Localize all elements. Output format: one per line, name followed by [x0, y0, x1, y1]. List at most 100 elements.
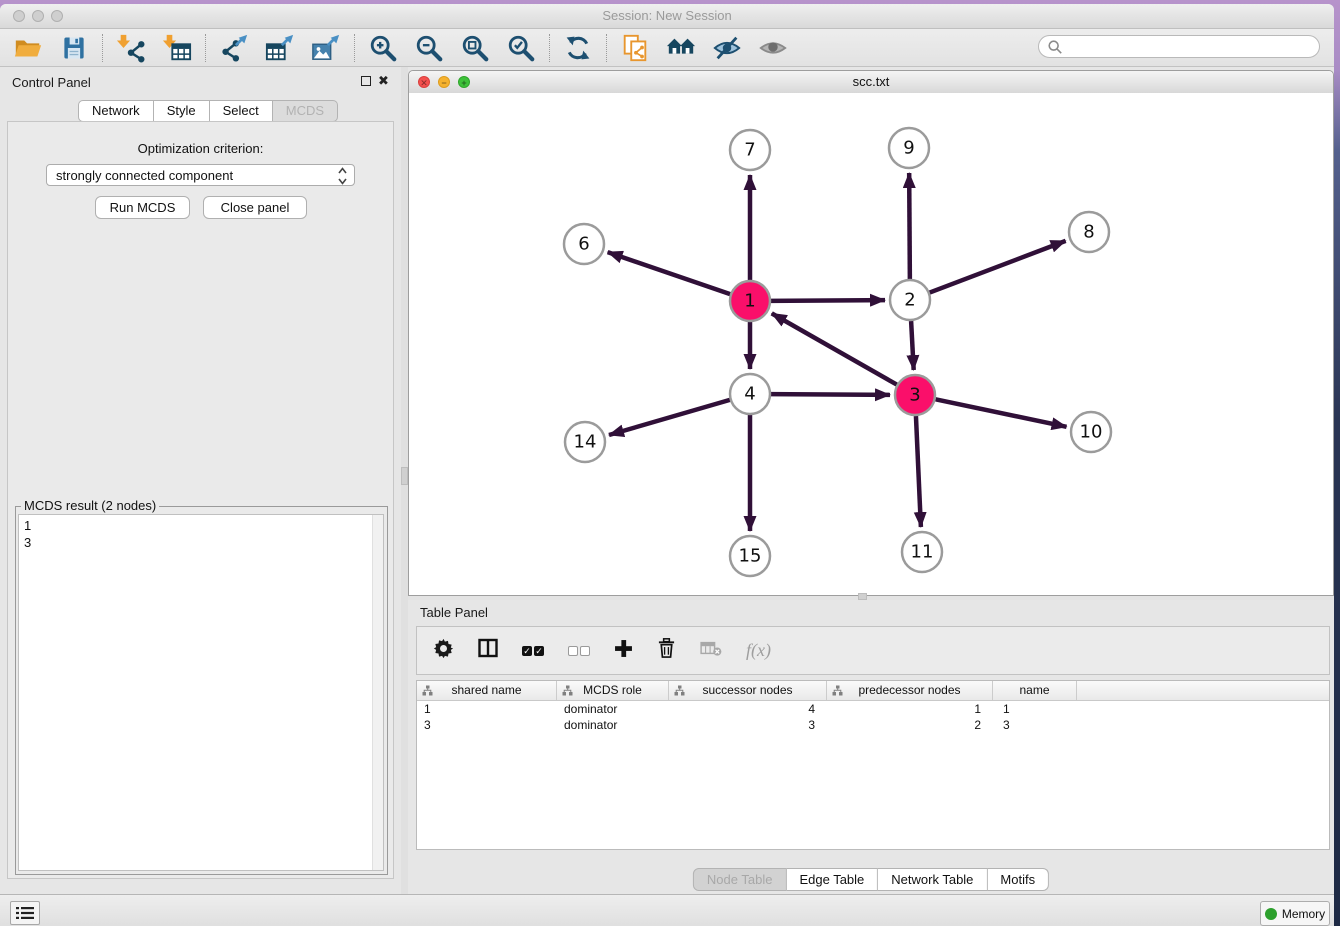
- svg-text:4: 4: [744, 384, 755, 405]
- export-image-icon[interactable]: [311, 33, 341, 63]
- control-panel-tabs: Network Style Select MCDS: [78, 100, 338, 122]
- tab-mcds[interactable]: MCDS: [273, 100, 338, 122]
- hide-graphics-details-icon[interactable]: [712, 33, 742, 63]
- svg-text:6: 6: [578, 234, 589, 255]
- column-header-filler: [1077, 681, 1329, 700]
- edge-2-8[interactable]: [930, 241, 1066, 293]
- edge-4-3[interactable]: [771, 394, 890, 395]
- node-3[interactable]: 3: [895, 375, 935, 415]
- mcds-result-title: MCDS result (2 nodes): [21, 498, 159, 513]
- tab-motifs[interactable]: Motifs: [987, 868, 1049, 891]
- table-panel-tabs: Node Table Edge Table Network Table Moti…: [693, 868, 1049, 891]
- run-mcds-button[interactable]: Run MCDS: [95, 196, 190, 219]
- edge-2-9[interactable]: [909, 173, 910, 279]
- column-header-mcds-role[interactable]: MCDS role: [557, 681, 669, 700]
- list-icon: [16, 906, 34, 920]
- column-header-name[interactable]: name: [993, 681, 1077, 700]
- tab-edge-table[interactable]: Edge Table: [786, 868, 878, 891]
- node-1[interactable]: 1: [730, 281, 770, 321]
- node-7[interactable]: 7: [730, 130, 770, 170]
- float-panel-icon[interactable]: [361, 76, 371, 86]
- column-settings-gear-icon[interactable]: [433, 638, 454, 664]
- node-11[interactable]: 11: [902, 532, 942, 572]
- edge-3-1[interactable]: [772, 313, 897, 384]
- delete-column-icon[interactable]: [657, 638, 676, 664]
- control-panel-title: Control Panel: [12, 75, 91, 90]
- add-column-icon[interactable]: [614, 639, 633, 663]
- zoom-out-icon[interactable]: [414, 33, 444, 63]
- result-scrollbar[interactable]: [372, 515, 383, 870]
- node-2[interactable]: 2: [890, 280, 930, 320]
- tab-node-table[interactable]: Node Table: [693, 868, 787, 891]
- svg-text:9: 9: [903, 138, 914, 159]
- tab-network-table[interactable]: Network Table: [878, 868, 987, 891]
- node-10[interactable]: 10: [1071, 412, 1111, 452]
- show-graphics-details-icon[interactable]: [758, 33, 788, 63]
- column-header-successor-nodes[interactable]: successor nodes: [669, 681, 827, 700]
- refresh-layout-icon[interactable]: [563, 33, 593, 63]
- first-neighbors-icon[interactable]: [666, 33, 696, 63]
- edge-3-11[interactable]: [916, 416, 921, 527]
- select-all-icon[interactable]: ✓✓: [522, 646, 544, 656]
- edge-1-2[interactable]: [771, 300, 885, 301]
- main-toolbar: [0, 29, 1334, 67]
- criterion-dropdown[interactable]: strongly connected component: [46, 164, 355, 186]
- node-4[interactable]: 4: [730, 374, 770, 414]
- task-history-button[interactable]: [10, 901, 40, 925]
- zoom-fit-icon[interactable]: [460, 33, 490, 63]
- svg-text:3: 3: [909, 385, 920, 406]
- toggle-panel-columns-icon[interactable]: [478, 638, 498, 663]
- status-bar: Memory: [0, 894, 1334, 926]
- mcds-result-group: MCDS result (2 nodes) 1 3: [15, 506, 388, 875]
- node-8[interactable]: 8: [1069, 212, 1109, 252]
- zoom-in-icon[interactable]: [368, 33, 398, 63]
- table-header-row: shared name MCDS role successor nodes pr…: [417, 681, 1329, 701]
- memory-status-dot: [1265, 908, 1277, 920]
- deselect-all-icon[interactable]: [568, 646, 590, 656]
- network-window-title-bar[interactable]: ✕ − + scc.txt: [409, 71, 1333, 94]
- splitter-grip[interactable]: [401, 467, 408, 485]
- network-canvas[interactable]: 7 9 6 8 1 2 4 3 14 10 15 11: [409, 93, 1333, 595]
- app-title: Session: New Session: [0, 8, 1334, 23]
- save-session-icon[interactable]: [59, 33, 89, 63]
- table-row[interactable]: 3 dominator 3 2 3: [417, 717, 1329, 733]
- open-session-icon[interactable]: [13, 33, 43, 63]
- close-panel-icon[interactable]: ✖: [378, 73, 389, 89]
- svg-text:14: 14: [574, 432, 597, 453]
- desktop-background: Session: New Session: [0, 0, 1340, 926]
- edge-1-6[interactable]: [608, 252, 730, 294]
- table-row[interactable]: 1 dominator 4 1 1: [417, 701, 1329, 717]
- edge-4-14[interactable]: [609, 400, 730, 435]
- search-input[interactable]: [1067, 39, 1319, 55]
- network-window-title: scc.txt: [409, 74, 1333, 89]
- column-header-predecessor-nodes[interactable]: predecessor nodes: [827, 681, 993, 700]
- import-table-icon[interactable]: [162, 33, 192, 63]
- tab-network[interactable]: Network: [78, 100, 154, 122]
- splitter-grip[interactable]: [858, 593, 867, 600]
- table-panel: Table Panel ✖ ✓✓ f(x) sha: [408, 600, 1334, 894]
- import-network-icon[interactable]: [116, 33, 146, 63]
- export-network-icon[interactable]: [219, 33, 249, 63]
- memory-button[interactable]: Memory: [1260, 901, 1330, 926]
- node-14[interactable]: 14: [565, 422, 605, 462]
- result-line: 1: [24, 517, 383, 534]
- close-panel-button[interactable]: Close panel: [203, 196, 307, 219]
- export-table-icon[interactable]: [265, 33, 295, 63]
- new-network-from-selection-icon[interactable]: [620, 33, 650, 63]
- zoom-selected-icon[interactable]: [506, 33, 536, 63]
- mcds-result-textarea[interactable]: 1 3: [18, 514, 384, 871]
- edge-3-10[interactable]: [936, 399, 1067, 427]
- node-9[interactable]: 9: [889, 128, 929, 168]
- optimization-criterion-label: Optimization criterion:: [8, 141, 393, 156]
- tab-select[interactable]: Select: [210, 100, 273, 122]
- column-header-shared-name[interactable]: shared name: [417, 681, 557, 700]
- table-toolbar: ✓✓ f(x): [416, 626, 1330, 675]
- application-window: Session: New Session: [0, 4, 1334, 926]
- result-line: 3: [24, 534, 383, 551]
- vertical-splitter[interactable]: [401, 67, 408, 894]
- node-15[interactable]: 15: [730, 536, 770, 576]
- edge-2-3[interactable]: [911, 321, 914, 370]
- tab-style[interactable]: Style: [154, 100, 210, 122]
- search-field[interactable]: [1038, 35, 1320, 58]
- node-6[interactable]: 6: [564, 224, 604, 264]
